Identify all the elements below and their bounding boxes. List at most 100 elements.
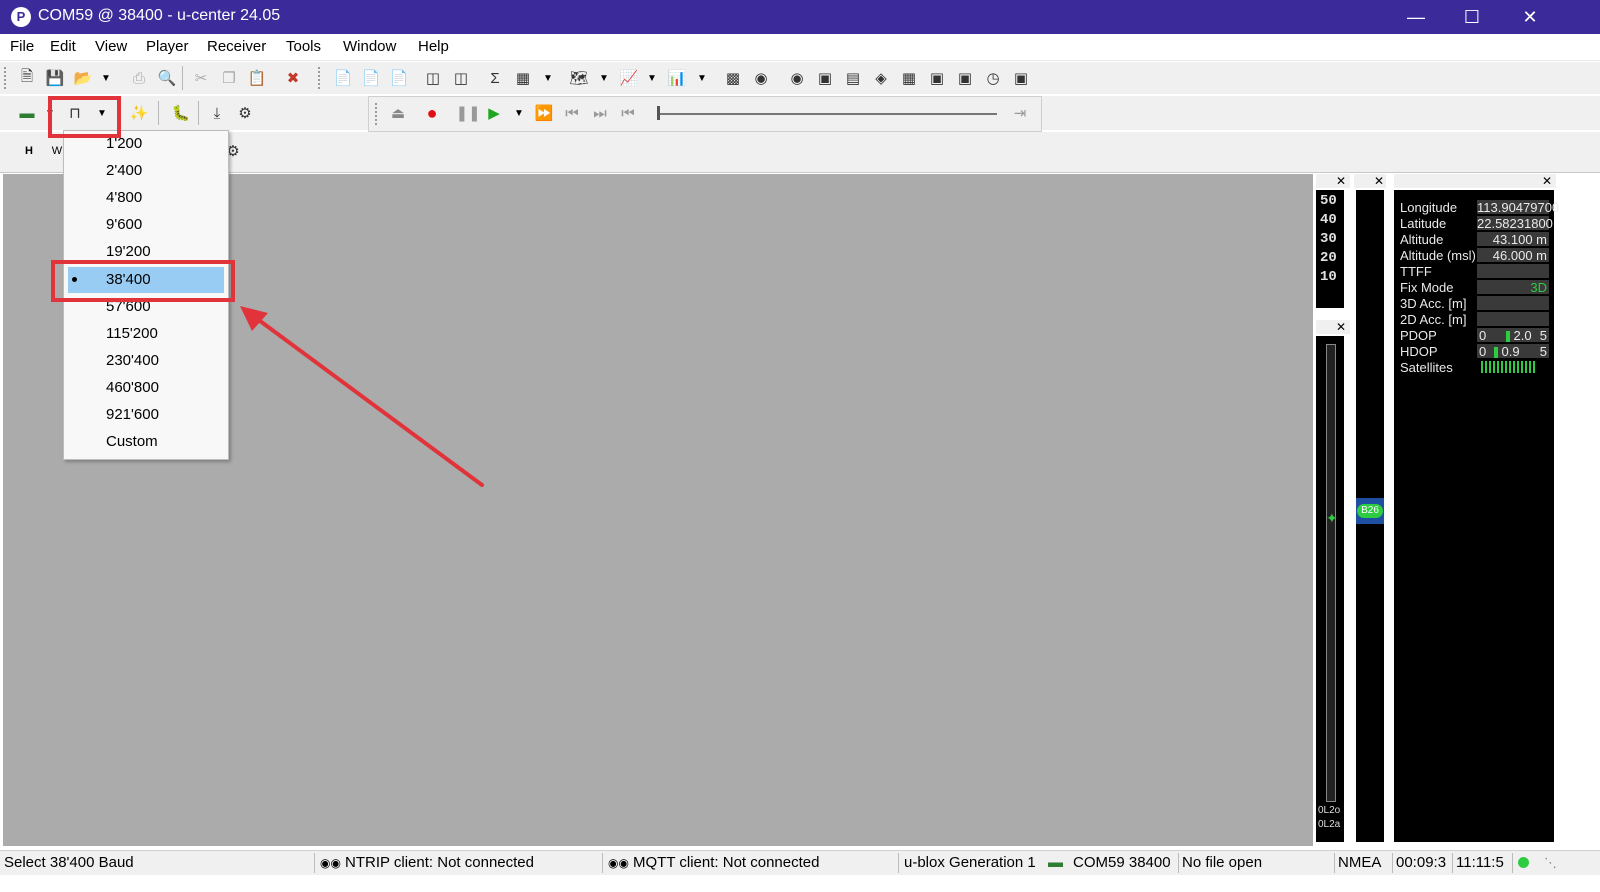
minimize-button[interactable]: — [1388,0,1444,34]
close-icon[interactable]: ✕ [1542,174,1552,188]
fast-forward-icon[interactable]: ⏩ [533,102,555,124]
statistics-icon[interactable]: ▣ [1010,67,1032,89]
autobaud-wand-icon[interactable]: ✨ [128,102,150,124]
baud-option[interactable]: 9'600 [64,212,228,238]
chart-view-icon[interactable]: 📈 [618,67,640,89]
info-value [1477,264,1549,278]
table-view-icon[interactable]: ▦ [512,67,534,89]
print-preview-icon[interactable]: 🔍 [156,67,178,89]
protocol-status: NMEA [1338,854,1382,871]
sum-icon[interactable]: Σ [484,67,506,89]
console-icon[interactable]: ▩ [722,67,744,89]
data-table-icon[interactable]: ▦ [898,67,920,89]
record-icon[interactable]: ● [421,102,443,124]
pause-icon[interactable]: ❚❚ [455,102,480,124]
info-label: Altitude [1400,232,1444,247]
new-file-icon[interactable]: 🗎 [16,67,38,89]
copy-icon[interactable]: ❐ [218,67,240,89]
info-row-pdop: PDOP 0 2.0 5 [1400,328,1550,344]
view-panel-icon[interactable]: ◫ [450,67,472,89]
play-icon[interactable]: ▶ [483,102,505,124]
receiver-config-icon[interactable]: ⚙ [234,102,256,124]
mqtt-status[interactable]: MQTT client: Not connected [633,854,819,871]
gauge-tick: 40 [1320,212,1337,228]
view-split-icon[interactable]: ◫ [422,67,444,89]
cut-icon[interactable]: ✂ [190,67,212,89]
step-back-icon[interactable]: ⏮ [561,102,583,124]
baud-option[interactable]: 115'200 [64,321,228,347]
menu-receiver[interactable]: Receiver [207,38,266,55]
map-view-icon[interactable]: 🗺 [568,67,590,89]
menu-window[interactable]: Window [343,38,396,55]
satellite-level-pane: B26 [1356,190,1384,842]
print-icon[interactable]: ⎙ [128,67,150,89]
open-dropdown-icon[interactable]: ▼ [100,67,112,89]
status-separator [1392,853,1393,873]
play-dropdown-icon[interactable]: ▼ [513,102,525,124]
scatter-icon[interactable]: ▣ [954,67,976,89]
spectrum-icon[interactable]: ▣ [926,67,948,89]
compass-icon[interactable]: ▣ [814,67,836,89]
gauge-tick: 30 [1320,231,1337,247]
menu-bar: File Edit View Player Receiver Tools Win… [0,34,1600,61]
save-icon[interactable]: 💾 [44,67,66,89]
clock-icon[interactable]: ◷ [982,67,1004,89]
menu-tools[interactable]: Tools [286,38,321,55]
info-value: 3D [1477,280,1549,295]
close-icon[interactable]: ✕ [1374,174,1384,188]
maximize-button[interactable]: ☐ [1444,0,1500,34]
connection-led-icon [1518,857,1529,868]
playback-slider-thumb[interactable] [657,106,660,120]
highlight-box-selected-option [51,260,235,302]
menu-view[interactable]: View [95,38,127,55]
paste-icon[interactable]: 📋 [246,67,268,89]
connection-icon[interactable]: ▬ [16,102,38,124]
eject-icon[interactable]: ⏏ [387,102,409,124]
histogram-icon[interactable]: 📊 [666,67,688,89]
chart-dropdown-icon[interactable]: ▼ [646,67,658,89]
export-icon[interactable]: 📄 [332,67,354,89]
close-button[interactable]: ✕ [1502,0,1558,34]
playback-slider[interactable] [659,113,997,115]
resize-grip-icon[interactable]: ⋱ [1544,855,1557,871]
pdop-max: 5 [1539,328,1547,343]
rewind-start-icon[interactable]: ⏮ [617,102,639,124]
map-dropdown-icon[interactable]: ▼ [598,67,610,89]
info-label: Longitude [1400,200,1458,215]
import-icon[interactable]: 📄 [360,67,382,89]
reset-icon[interactable]: ✖ [282,67,304,89]
document-icon[interactable]: 📄 [388,67,410,89]
baud-option[interactable]: 4'800 [64,185,228,211]
info-row-ttff: TTFF [1400,264,1550,280]
baud-option-custom[interactable]: Custom [64,429,228,455]
menu-file[interactable]: File [10,38,34,55]
menu-player[interactable]: Player [146,38,189,55]
baud-option[interactable]: 2'400 [64,158,228,184]
port-status: COM59 38400 [1073,854,1171,871]
menu-help[interactable]: Help [418,38,449,55]
sky-view-icon[interactable]: ◉ [750,67,772,89]
signal-icon[interactable]: ▤ [842,67,864,89]
table-dropdown-icon[interactable]: ▼ [542,67,554,89]
satellite-icon[interactable]: ◈ [870,67,892,89]
ntrip-status[interactable]: NTRIP client: Not connected [345,854,534,871]
close-icon[interactable]: ✕ [1336,174,1346,188]
baud-option[interactable]: 460'800 [64,375,228,401]
close-icon[interactable]: ✕ [1336,320,1346,334]
baud-option[interactable]: 230'400 [64,348,228,374]
debug-bug-icon[interactable]: 🐛 [170,102,192,124]
signal-pane-header: ✕ [1316,320,1350,334]
hotstart-icon[interactable]: H [14,140,36,162]
histogram-dropdown-icon[interactable]: ▼ [696,67,708,89]
annotation-arrow [240,306,484,487]
open-folder-icon[interactable]: 📂 [72,67,94,89]
deviation-icon[interactable]: ◉ [786,67,808,89]
receiver-download-icon[interactable]: ⤓ [206,102,228,124]
warmstart-icon[interactable]: W [42,140,64,162]
step-forward-icon[interactable]: ⏭ [589,102,611,124]
clock-time: 11:11:5 [1456,854,1504,871]
toolbar-separator [158,101,159,125]
menu-edit[interactable]: Edit [50,38,76,55]
skip-to-end-icon[interactable]: ⇥ [1009,102,1031,124]
baud-option[interactable]: 921'600 [64,402,228,428]
